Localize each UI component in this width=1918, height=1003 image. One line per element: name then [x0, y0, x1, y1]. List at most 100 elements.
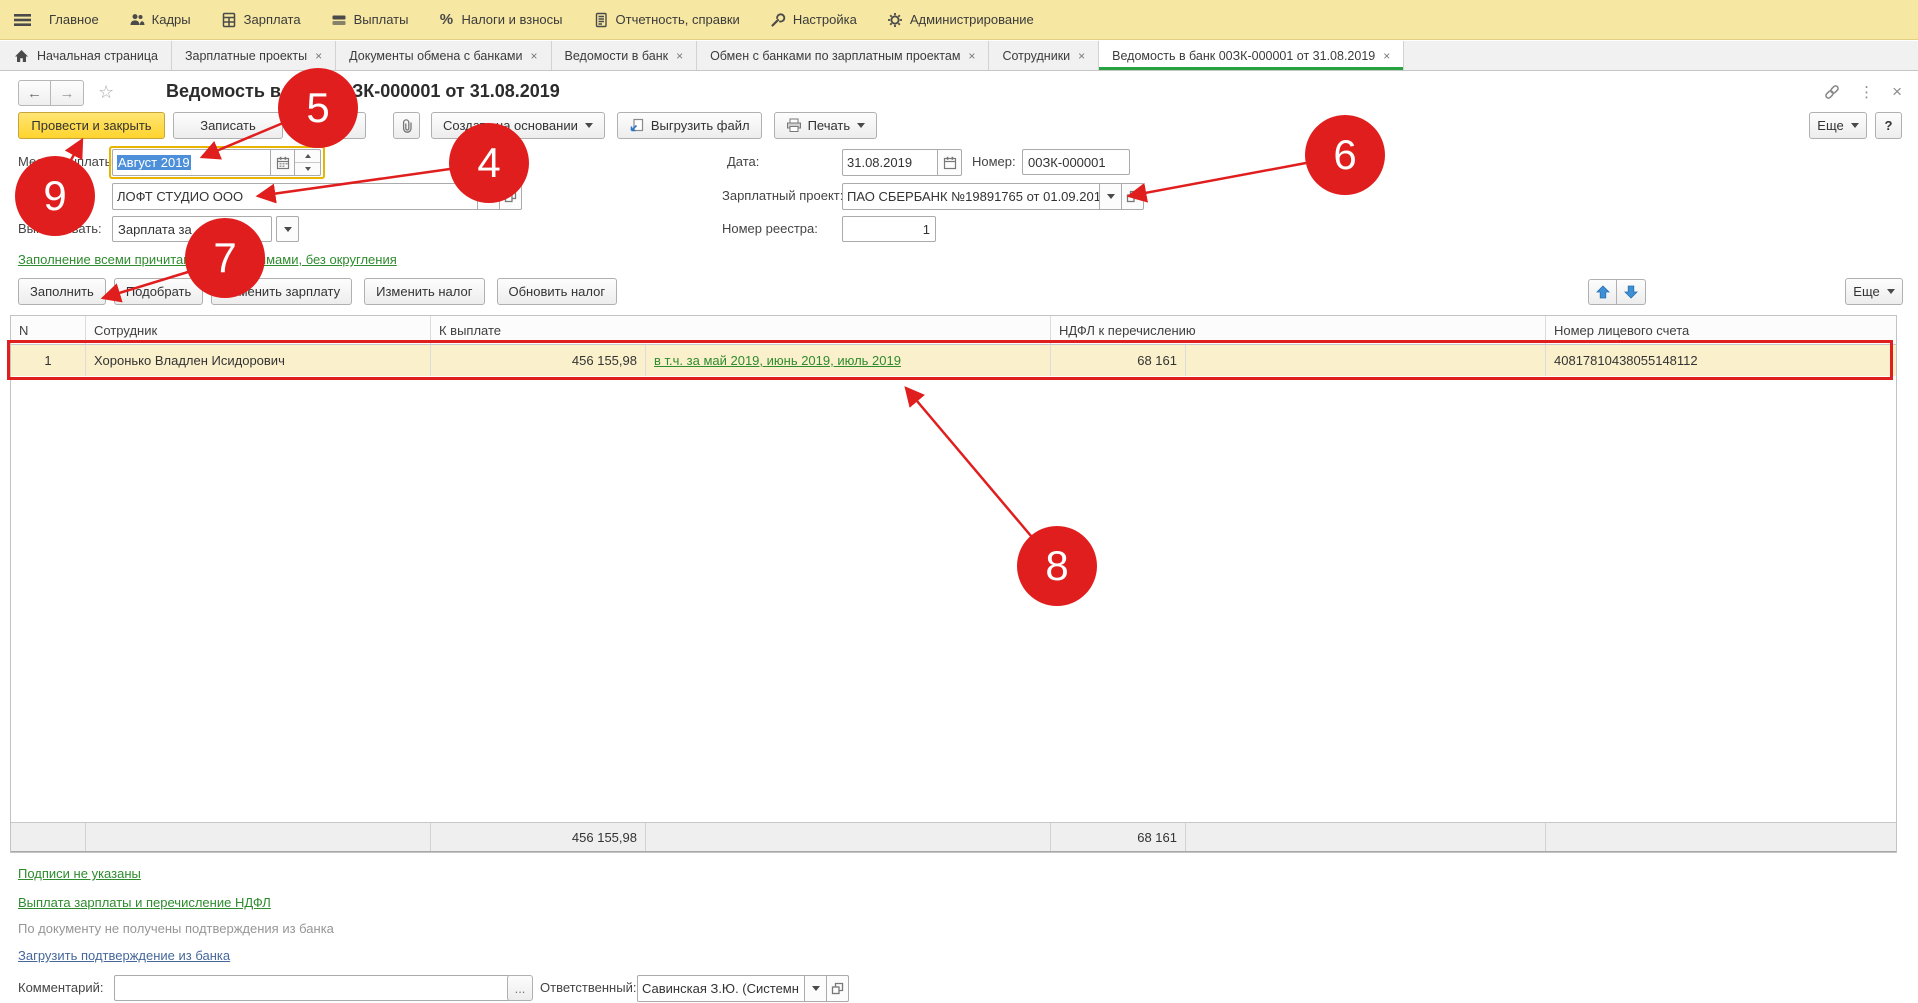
- get-link-icon[interactable]: [1823, 83, 1841, 101]
- total-to-pay: 456 155,98: [431, 823, 646, 851]
- col-header-employee[interactable]: Сотрудник: [86, 316, 431, 344]
- tab-label: Начальная страница: [37, 49, 158, 63]
- signatures-link[interactable]: Подписи не указаны: [18, 866, 141, 881]
- tab-vedomosti-v-bank[interactable]: Ведомости в банк ×: [552, 41, 698, 70]
- chevron-down-icon: [1851, 123, 1859, 128]
- more-menu-icon[interactable]: ⋮: [1859, 83, 1874, 101]
- spinner-up-icon[interactable]: [305, 154, 311, 158]
- payment-month-field[interactable]: Август 2019: [112, 149, 321, 176]
- row-move-buttons: [1588, 279, 1646, 305]
- cell-ndfl-extra: [1186, 345, 1546, 376]
- close-icon[interactable]: ×: [1383, 49, 1390, 63]
- tab-strip: Начальная страница Зарплатные проекты × …: [0, 41, 1918, 71]
- attach-button[interactable]: [393, 112, 420, 139]
- col-header-to-pay[interactable]: К выплате: [431, 316, 1051, 344]
- print-button[interactable]: Печать: [774, 112, 878, 139]
- chevron-down-icon[interactable]: [1100, 183, 1122, 210]
- chevron-down-icon: [1887, 289, 1895, 294]
- chevron-down-icon: [585, 123, 593, 128]
- cell-months: в т.ч. за май 2019, июнь 2019, июль 2019: [646, 345, 1051, 376]
- menu-item-nastroyka[interactable]: Настройка: [770, 12, 857, 28]
- page-title: Ведомость в банк 00ЗК-000001 от 31.08.20…: [166, 81, 560, 102]
- tab-zarplatnye-proekty[interactable]: Зарплатные проекты ×: [172, 41, 336, 70]
- number-field[interactable]: 00ЗК-000001: [1022, 149, 1130, 175]
- main-menu-bar: Главное Кадры Зарплата Выплаты % Налоги …: [0, 0, 1918, 40]
- menu-item-label: Зарплата: [244, 12, 301, 27]
- table-row[interactable]: 1 Хоронько Владлен Исидорович 456 155,98…: [11, 345, 1896, 376]
- open-icon[interactable]: [827, 975, 849, 1002]
- menu-item-label: Выплаты: [354, 12, 409, 27]
- close-form-icon[interactable]: ×: [1892, 82, 1902, 102]
- move-down-button[interactable]: [1617, 279, 1646, 305]
- annotation-circle-7: 7: [185, 218, 265, 298]
- tab-dokumenty-obmena[interactable]: Документы обмена с банками ×: [336, 41, 551, 70]
- col-header-account[interactable]: Номер лицевого счета: [1546, 316, 1896, 344]
- menu-item-vyplaty[interactable]: Выплаты: [331, 12, 409, 28]
- tab-label: Ведомость в банк 00ЗК-000001 от 31.08.20…: [1112, 49, 1375, 63]
- load-confirmation-link[interactable]: Загрузить подтверждение из банка: [18, 948, 230, 963]
- comment-more-button[interactable]: ...: [507, 975, 533, 1001]
- tab-sotrudniki[interactable]: Сотрудники ×: [989, 41, 1099, 70]
- back-button[interactable]: ←: [18, 80, 51, 106]
- col-header-n[interactable]: N: [11, 316, 86, 344]
- close-icon[interactable]: ×: [1078, 49, 1085, 63]
- months-breakdown-link[interactable]: в т.ч. за май 2019, июнь 2019, июль 2019: [654, 353, 901, 368]
- chevron-down-icon: [857, 123, 865, 128]
- tab-label: Документы обмена с банками: [349, 49, 522, 63]
- table-more-button[interactable]: Еще: [1845, 278, 1903, 305]
- menu-item-administrirovanie[interactable]: Администрирование: [887, 12, 1034, 28]
- responsible-value: Савинская З.Ю. (Системн: [642, 981, 799, 996]
- fill-button[interactable]: Заполнить: [18, 278, 106, 305]
- save-button[interactable]: Записать: [173, 112, 283, 139]
- change-tax-button[interactable]: Изменить налог: [364, 278, 484, 305]
- menu-item-kadry[interactable]: Кадры: [129, 12, 191, 28]
- close-icon[interactable]: ×: [968, 49, 975, 63]
- tab-home[interactable]: Начальная страница: [0, 41, 172, 70]
- paperclip-icon: [400, 118, 414, 134]
- col-header-ndfl[interactable]: НДФЛ к перечислению: [1051, 316, 1546, 344]
- month-spinner[interactable]: [295, 149, 321, 176]
- comment-input[interactable]: [114, 975, 522, 1001]
- menu-item-glavnoe[interactable]: Главное: [49, 12, 99, 27]
- close-icon[interactable]: ×: [531, 49, 538, 63]
- payment-settings-link[interactable]: Выплата зарплаты и перечисление НДФЛ: [18, 895, 271, 910]
- printer-icon: [786, 118, 802, 134]
- tab-obmen-s-bankami[interactable]: Обмен с банками по зарплатным проектам ×: [697, 41, 989, 70]
- chevron-down-icon[interactable]: [805, 975, 827, 1002]
- more-button[interactable]: Еще: [1809, 112, 1867, 139]
- calendar-icon[interactable]: [938, 149, 962, 176]
- menu-item-zarplata[interactable]: Зарплата: [221, 12, 301, 28]
- salary-project-field[interactable]: ПАО СБЕРБАНК №19891765 от 01.09.201: [842, 183, 1144, 210]
- menu-icon[interactable]: [14, 13, 31, 27]
- responsible-field[interactable]: Савинская З.Ю. (Системн: [637, 975, 849, 1002]
- pick-button[interactable]: Подобрать: [114, 278, 203, 305]
- comment-label: Комментарий:: [18, 975, 104, 1001]
- window-controls: ⋮ ×: [1823, 82, 1902, 102]
- cell-to-pay: 456 155,98: [431, 345, 646, 376]
- date-field[interactable]: 31.08.2019: [842, 149, 962, 176]
- pay-out-dropdown[interactable]: [276, 216, 299, 242]
- open-icon[interactable]: [1122, 183, 1144, 210]
- calendar-icon[interactable]: [271, 149, 295, 176]
- registry-number-field[interactable]: 1: [842, 216, 936, 242]
- forward-button[interactable]: →: [51, 80, 84, 106]
- cell-account: 40817810438055148112: [1546, 345, 1896, 376]
- cell-employee: Хоронько Владлен Исидорович: [86, 345, 431, 376]
- move-up-button[interactable]: [1588, 279, 1617, 305]
- menu-item-label: Налоги и взносы: [461, 12, 562, 27]
- menu-item-label: Кадры: [152, 12, 191, 27]
- annotation-circle-5: 5: [278, 68, 358, 148]
- close-icon[interactable]: ×: [315, 49, 322, 63]
- help-button[interactable]: ?: [1875, 112, 1902, 139]
- spinner-down-icon[interactable]: [305, 167, 311, 171]
- post-and-close-button[interactable]: Провести и закрыть: [18, 112, 165, 139]
- pay-out-value: Зарплата за: [118, 222, 192, 237]
- favorite-star-icon[interactable]: ☆: [98, 82, 114, 103]
- percent-icon: %: [438, 12, 454, 28]
- menu-item-otchetnost[interactable]: Отчетность, справки: [593, 12, 740, 28]
- tab-vedomost-document[interactable]: Ведомость в банк 00ЗК-000001 от 31.08.20…: [1099, 41, 1404, 70]
- export-file-button[interactable]: Выгрузить файл: [617, 112, 762, 139]
- update-tax-button[interactable]: Обновить налог: [497, 278, 618, 305]
- close-icon[interactable]: ×: [676, 49, 683, 63]
- menu-item-nalogi[interactable]: % Налоги и взносы: [438, 12, 562, 28]
